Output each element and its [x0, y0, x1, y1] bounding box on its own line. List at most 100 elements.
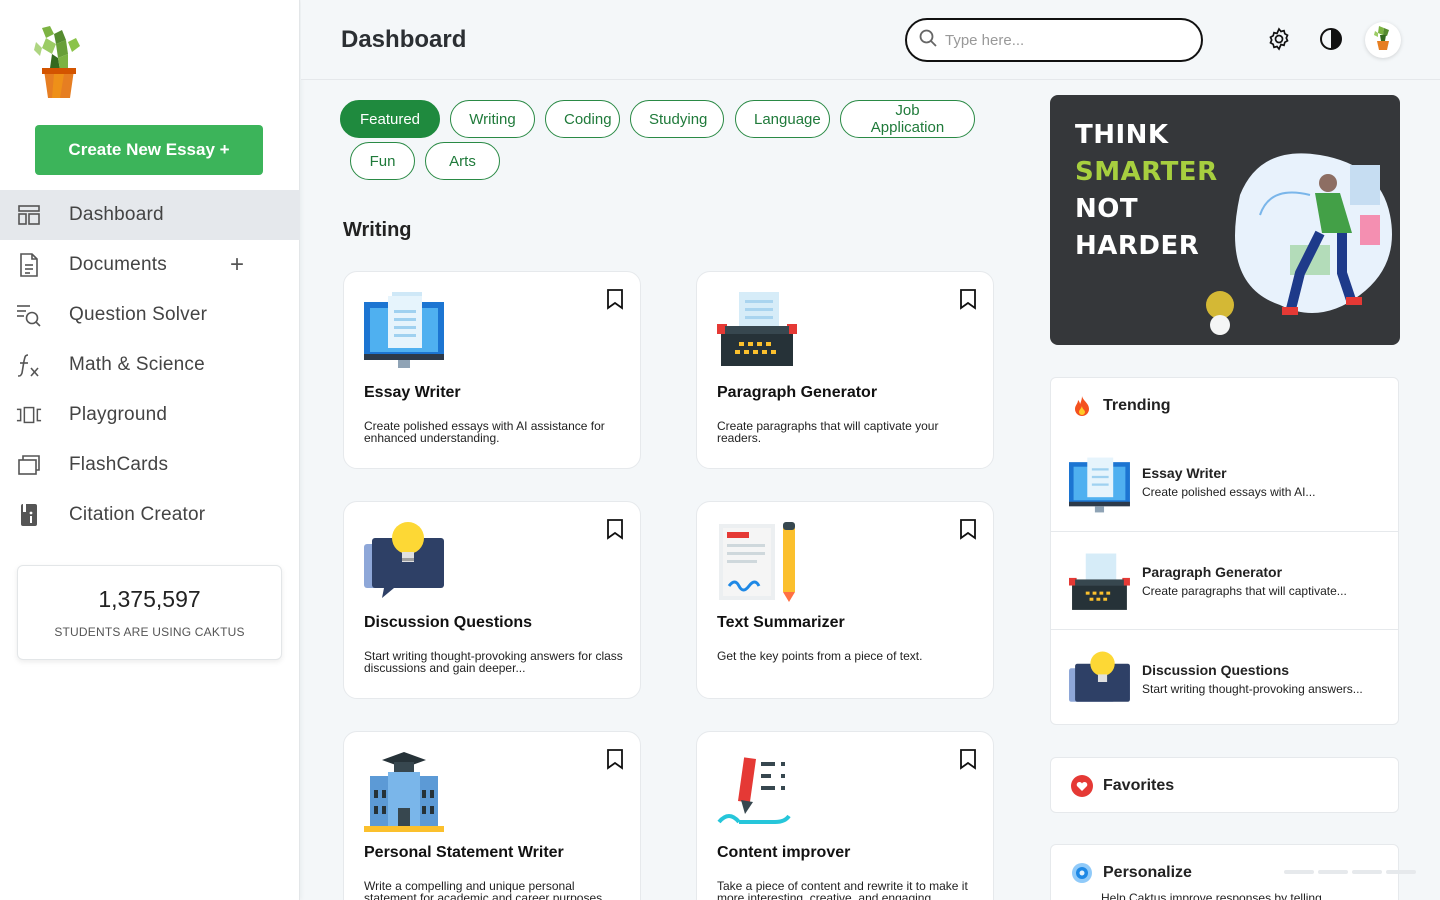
- cards-icon: [16, 452, 42, 478]
- section-title: Writing: [343, 219, 412, 241]
- promo-banner[interactable]: THINK SMARTER NOT HARDER: [1050, 95, 1400, 345]
- avatar-cactus-icon: [1373, 25, 1393, 56]
- create-new-essay-button[interactable]: Create New Essay +: [35, 125, 263, 175]
- student-count: 1,375,597: [98, 586, 201, 612]
- search-box[interactable]: [905, 18, 1203, 62]
- card-title: Personal Statement Writer: [364, 844, 564, 861]
- trending-item-title: Discussion Questions: [1142, 662, 1290, 678]
- promo-line-accent: SMARTER: [1075, 157, 1218, 187]
- student-stats-card: 1,375,597 STUDENTS ARE USING CAKTUS: [17, 565, 282, 660]
- search-input[interactable]: [945, 31, 1175, 49]
- tool-card-personal-statement-writer[interactable]: Personal Statement Writer Write a compel…: [343, 731, 641, 900]
- personalize-description: Help Caktus improve responses by telling: [1101, 891, 1322, 900]
- tool-card-discussion-questions[interactable]: Discussion Questions Start writing thoug…: [343, 501, 641, 699]
- sidebar-item-math-science[interactable]: Math & Science: [0, 340, 300, 390]
- sidebar-item-documents[interactable]: Documents +: [0, 240, 300, 290]
- monitor-document-icon: [1069, 453, 1133, 517]
- student-count-caption: STUDENTS ARE USING CAKTUS: [54, 625, 245, 639]
- bookmark-icon[interactable]: [606, 748, 624, 770]
- trending-item[interactable]: Paragraph Generator Create paragraphs th…: [1051, 531, 1398, 629]
- personalize-title: Personalize: [1103, 863, 1192, 881]
- typewriter-icon: [1069, 552, 1133, 616]
- trending-item-title: Essay Writer: [1142, 465, 1227, 481]
- card-description: Get the key points from a piece of text.: [717, 649, 923, 663]
- fire-icon: [1071, 395, 1093, 417]
- filter-coding[interactable]: Coding: [545, 100, 620, 138]
- personalize-panel[interactable]: Personalize Help Caktus improve response…: [1050, 844, 1416, 900]
- trending-title: Trending: [1103, 396, 1171, 414]
- progress-dashes: [1284, 870, 1416, 874]
- trending-panel: Trending Essay Writer Create polished es…: [1050, 377, 1399, 725]
- dashboard-icon: [16, 202, 42, 228]
- trending-item-desc: Create polished essays with AI...: [1142, 485, 1316, 499]
- sidebar-item-label: Math & Science: [69, 354, 205, 375]
- sidebar-item-label: Question Solver: [69, 304, 208, 325]
- sidebar-item-question-solver[interactable]: Question Solver: [0, 290, 300, 340]
- search-icon: [919, 29, 937, 52]
- sidebar-item-citation-creator[interactable]: Citation Creator: [0, 490, 300, 540]
- filter-studying[interactable]: Studying: [630, 100, 724, 138]
- card-title: Text Summarizer: [717, 614, 845, 631]
- card-title: Essay Writer: [364, 384, 461, 401]
- contrast-icon[interactable]: [1318, 26, 1344, 52]
- cactus-logo-icon[interactable]: [32, 24, 88, 100]
- filter-language[interactable]: Language: [735, 100, 830, 138]
- gear-icon[interactable]: [1266, 26, 1292, 52]
- sidebar-item-flashcards[interactable]: FlashCards: [0, 440, 300, 490]
- trending-item[interactable]: Essay Writer Create polished essays with…: [1051, 433, 1398, 531]
- bookmark-icon[interactable]: [959, 518, 977, 540]
- trending-item[interactable]: Discussion Questions Start writing thoug…: [1051, 629, 1398, 727]
- sidebar-item-dashboard[interactable]: Dashboard: [0, 190, 300, 240]
- bookmark-icon[interactable]: [606, 288, 624, 310]
- tool-card-content-improver[interactable]: Content improver Take a piece of content…: [696, 731, 994, 900]
- tool-card-paragraph-generator[interactable]: Paragraph Generator Create paragraphs th…: [696, 271, 994, 469]
- carousel-icon: [16, 402, 42, 428]
- trending-item-desc: Start writing thought-provoking answers.…: [1142, 682, 1363, 696]
- sidebar-item-label: FlashCards: [69, 454, 169, 475]
- trending-item-desc: Create paragraphs that will captivate...: [1142, 584, 1347, 598]
- avatar[interactable]: [1365, 22, 1401, 58]
- promo-line: NOT: [1075, 194, 1139, 224]
- sidebar-nav: Dashboard Documents + Question Solver Ma…: [0, 190, 300, 540]
- card-title: Paragraph Generator: [717, 384, 878, 401]
- tool-card-essay-writer[interactable]: Essay Writer Create polished essays with…: [343, 271, 641, 469]
- promo-illustration: [1206, 153, 1392, 335]
- filter-job-application[interactable]: Job Application: [840, 100, 975, 138]
- card-description: Write a compelling and unique personal s…: [364, 879, 606, 900]
- bookmark-icon[interactable]: [959, 288, 977, 310]
- heart-icon: [1071, 774, 1093, 797]
- lightbulb-chat-icon: [1069, 650, 1133, 714]
- add-document-icon[interactable]: +: [230, 253, 244, 277]
- card-description: Create paragraphs that will captivate yo…: [717, 419, 939, 445]
- tool-card-text-summarizer[interactable]: Text Summarizer Get the key points from …: [696, 501, 994, 699]
- card-description: Take a piece of content and rewrite it t…: [717, 879, 968, 900]
- trending-item-title: Paragraph Generator: [1142, 564, 1283, 580]
- sidebar-item-label: Documents: [69, 254, 167, 275]
- search-list-icon: [16, 302, 42, 328]
- citation-book-icon: [16, 502, 42, 528]
- card-description: Start writing thought-provoking answers …: [364, 649, 623, 675]
- bookmark-icon[interactable]: [606, 518, 624, 540]
- card-description: Create polished essays with AI assistanc…: [364, 419, 605, 445]
- sidebar-item-playground[interactable]: Playground: [0, 390, 300, 440]
- filter-arts[interactable]: Arts: [425, 142, 500, 180]
- promo-line: THINK: [1075, 120, 1169, 150]
- target-icon: [1071, 862, 1093, 884]
- document-pencil-icon: [717, 520, 801, 604]
- favorites-panel[interactable]: Favorites: [1050, 757, 1399, 813]
- bookmark-icon[interactable]: [959, 748, 977, 770]
- promo-headline: THINK SMARTER NOT HARDER: [1075, 117, 1218, 265]
- filter-featured[interactable]: Featured: [340, 100, 440, 138]
- graduation-building-icon: [364, 750, 448, 834]
- sidebar: Create New Essay + Dashboard Documents +…: [0, 0, 300, 900]
- card-title: Content improver: [717, 844, 851, 861]
- typewriter-icon: [717, 290, 801, 374]
- top-header: Dashboard: [301, 0, 1440, 80]
- promo-line: HARDER: [1075, 231, 1200, 261]
- filter-fun[interactable]: Fun: [350, 142, 415, 180]
- function-icon: [16, 352, 42, 378]
- filter-writing[interactable]: Writing: [450, 100, 535, 138]
- page-title: Dashboard: [341, 26, 467, 53]
- pen-lines-icon: [717, 750, 801, 834]
- favorites-header: Favorites: [1051, 758, 1398, 813]
